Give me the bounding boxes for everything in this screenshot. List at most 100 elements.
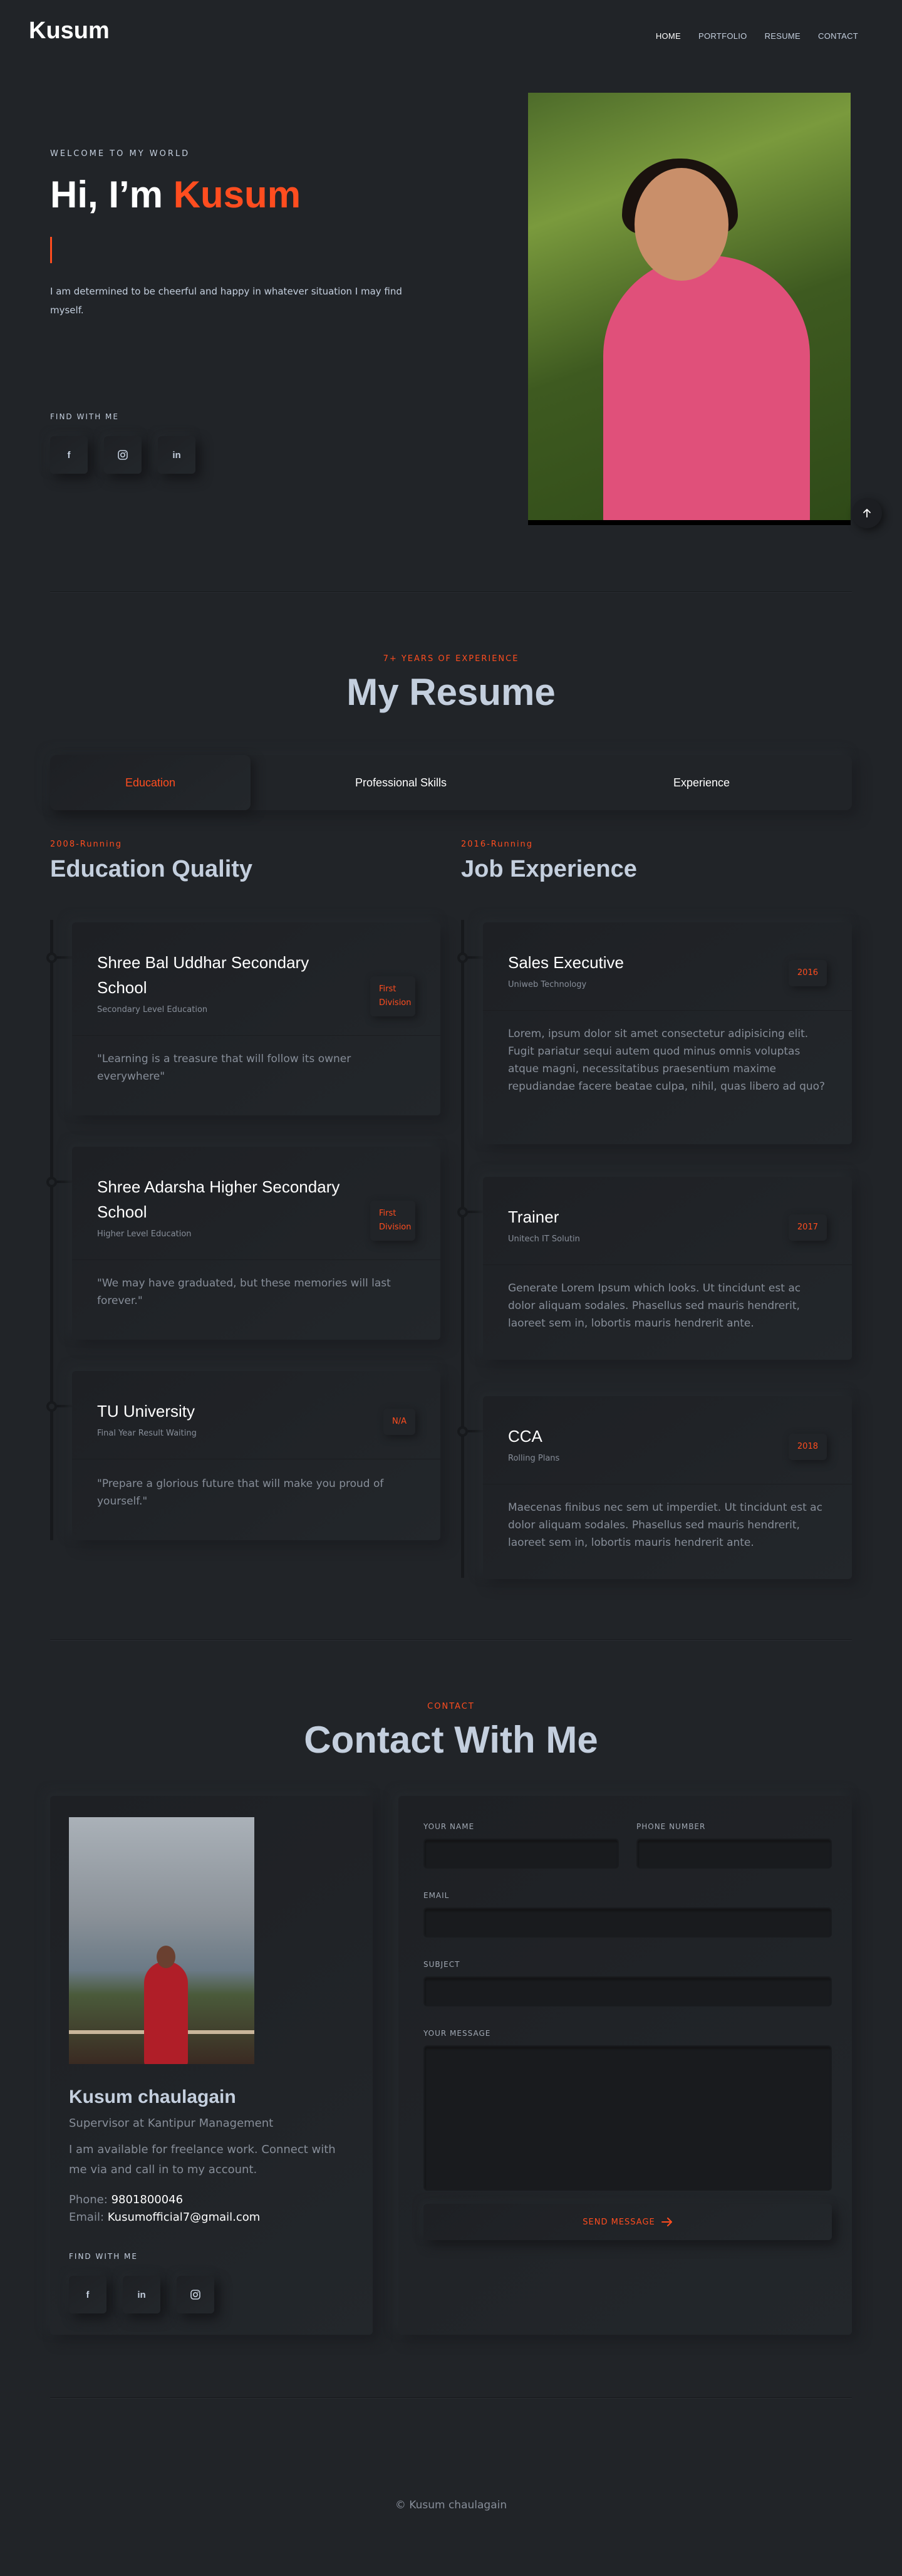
experience-card-1: Sales Executive Uniweb Technology 2016 L… bbox=[483, 922, 852, 1144]
send-message-button[interactable]: SEND MESSAGE bbox=[423, 2204, 832, 2240]
card-title: TU University bbox=[97, 1402, 195, 1421]
nav-home[interactable]: HOME bbox=[656, 31, 681, 41]
experience-eyebrow: 2016-Running bbox=[461, 840, 534, 849]
experience-timeline bbox=[461, 920, 464, 1578]
timeline-dot bbox=[46, 1401, 57, 1412]
instagram-icon[interactable] bbox=[104, 436, 142, 474]
experience-title: Job Experience bbox=[461, 856, 637, 882]
phone-field[interactable] bbox=[636, 1838, 832, 1869]
contact-socials: f in bbox=[69, 2276, 214, 2313]
timeline-dot bbox=[457, 1207, 468, 1218]
education-card-3: TU University Final Year Result Waiting … bbox=[72, 1371, 440, 1540]
card-description: Generate Lorem Ipsum which looks. Ut tin… bbox=[508, 1282, 801, 1330]
subject-label: SUBJECT bbox=[423, 1960, 460, 1969]
contact-description: I am available for freelance work. Conne… bbox=[69, 2143, 336, 2176]
facebook-icon[interactable]: f bbox=[50, 436, 88, 474]
card-title: Shree Adarsha Higher Secondary School bbox=[97, 1177, 340, 1221]
phone-number-label: PHONE NUMBER bbox=[636, 1822, 706, 1831]
card-divider bbox=[483, 1010, 852, 1011]
card-title: CCA bbox=[508, 1427, 542, 1446]
education-card-2: Shree Adarsha Higher Secondary School Hi… bbox=[72, 1147, 440, 1340]
arrow-up-icon bbox=[863, 509, 871, 518]
tab-experience[interactable]: Experience bbox=[551, 755, 852, 810]
card-subtitle: Secondary Level Education bbox=[97, 1005, 208, 1014]
grade-badge: First Division bbox=[370, 976, 415, 1016]
card-description: Maecenas finibus nec sem ut imperdiet. U… bbox=[508, 1501, 822, 1549]
timeline-connector bbox=[468, 1430, 483, 1432]
hero-photo bbox=[528, 93, 851, 525]
phone-label: Phone: bbox=[69, 2193, 108, 2206]
hero-description: I am determined to be cheerful and happy… bbox=[50, 286, 402, 316]
grade-badge: N/A bbox=[383, 1409, 415, 1435]
photo-person-body bbox=[603, 256, 810, 520]
nav-resume[interactable]: RESUME bbox=[765, 31, 801, 41]
name-field[interactable] bbox=[423, 1838, 619, 1869]
experience-card-2: Trainer Unitech IT Solutin 2017 Generate… bbox=[483, 1177, 852, 1360]
site-header: Kusum HOME PORTFOLIO RESUME CONTACT bbox=[0, 0, 902, 69]
typing-cursor bbox=[50, 237, 52, 263]
photo-person-head bbox=[157, 1946, 175, 1968]
contact-name: Kusum chaulagain bbox=[69, 2087, 236, 2107]
card-title: Sales Executive bbox=[508, 953, 624, 972]
tab-education[interactable]: Education bbox=[50, 755, 251, 810]
send-label: SEND MESSAGE bbox=[583, 2217, 655, 2227]
timeline-dot bbox=[46, 1177, 57, 1187]
timeline-connector bbox=[57, 1405, 72, 1407]
timeline-connector bbox=[57, 1181, 72, 1183]
card-subtitle: Uniweb Technology bbox=[508, 980, 587, 989]
timeline-dot bbox=[457, 1426, 468, 1437]
contact-email: Email: Kusumofficial7@gmail.com bbox=[69, 2211, 260, 2224]
hero-greeting: Hi, I’m bbox=[50, 174, 163, 216]
section-divider bbox=[50, 2397, 852, 2398]
card-quote: "We may have graduated, but these memori… bbox=[97, 1277, 391, 1307]
name-label: YOUR NAME bbox=[423, 1822, 475, 1831]
year-badge: 2016 bbox=[788, 960, 827, 986]
nav-portfolio[interactable]: PORTFOLIO bbox=[698, 31, 747, 41]
message-field[interactable] bbox=[423, 2045, 832, 2191]
card-quote: "Prepare a glorious future that will mak… bbox=[97, 1478, 384, 1508]
contact-photo bbox=[69, 1817, 254, 2064]
education-eyebrow: 2008-Running bbox=[50, 840, 123, 849]
instagram-icon[interactable] bbox=[177, 2276, 214, 2313]
education-timeline bbox=[50, 920, 53, 1540]
brand-logo[interactable]: Kusum bbox=[29, 18, 110, 44]
card-title: Trainer bbox=[508, 1207, 559, 1226]
phone-value[interactable]: 9801800046 bbox=[111, 2193, 184, 2206]
contact-eyebrow: CONTACT bbox=[427, 1702, 475, 1711]
email-label: Email: bbox=[69, 2211, 105, 2224]
card-subtitle: Final Year Result Waiting bbox=[97, 1429, 197, 1438]
resume-eyebrow: 7+ YEARS OF EXPERIENCE bbox=[383, 654, 519, 664]
hero-name: Kusum bbox=[173, 174, 301, 216]
hero-socials: f in bbox=[50, 436, 195, 474]
facebook-icon[interactable]: f bbox=[69, 2276, 106, 2313]
message-label: YOUR MESSAGE bbox=[423, 2029, 491, 2038]
card-subtitle: Unitech IT Solutin bbox=[508, 1234, 580, 1244]
scroll-top-button[interactable] bbox=[852, 498, 882, 528]
hero-title: Hi, I’m Kusum bbox=[50, 173, 301, 216]
email-label: EMAIL bbox=[423, 1891, 450, 1900]
timeline-dot bbox=[457, 952, 468, 963]
resume-title: My Resume bbox=[346, 671, 556, 713]
experience-card-3: CCA Rolling Plans 2018 Maecenas finibus … bbox=[483, 1396, 852, 1579]
arrow-right-icon bbox=[661, 2218, 672, 2226]
contact-find-label: FIND WITH ME bbox=[69, 2252, 138, 2261]
contact-role: Supervisor at Kantipur Management bbox=[69, 2117, 274, 2130]
card-title: Shree Bal Uddhar Secondary School bbox=[97, 953, 309, 997]
contact-title: Contact With Me bbox=[304, 1719, 598, 1761]
contact-info-card: Kusum chaulagain Supervisor at Kantipur … bbox=[50, 1796, 373, 2335]
email-value[interactable]: Kusumofficial7@gmail.com bbox=[108, 2211, 261, 2224]
timeline-connector bbox=[468, 1211, 483, 1213]
subject-field[interactable] bbox=[423, 1976, 832, 2006]
education-card-1: Shree Bal Uddhar Secondary School Second… bbox=[72, 922, 440, 1115]
footer-copyright: © Kusum chaulagain bbox=[395, 2499, 507, 2511]
nav-contact[interactable]: CONTACT bbox=[818, 31, 858, 41]
email-field[interactable] bbox=[423, 1907, 832, 1937]
card-subtitle: Higher Level Education bbox=[97, 1229, 192, 1239]
hero-welcome: WELCOME TO MY WORLD bbox=[50, 149, 190, 159]
linkedin-icon[interactable]: in bbox=[123, 2276, 160, 2313]
year-badge: 2017 bbox=[788, 1214, 827, 1241]
tab-professional-skills[interactable]: Professional Skills bbox=[251, 755, 551, 810]
linkedin-icon[interactable]: in bbox=[158, 436, 195, 474]
card-subtitle: Rolling Plans bbox=[508, 1454, 560, 1463]
photo-person-head bbox=[635, 168, 728, 281]
